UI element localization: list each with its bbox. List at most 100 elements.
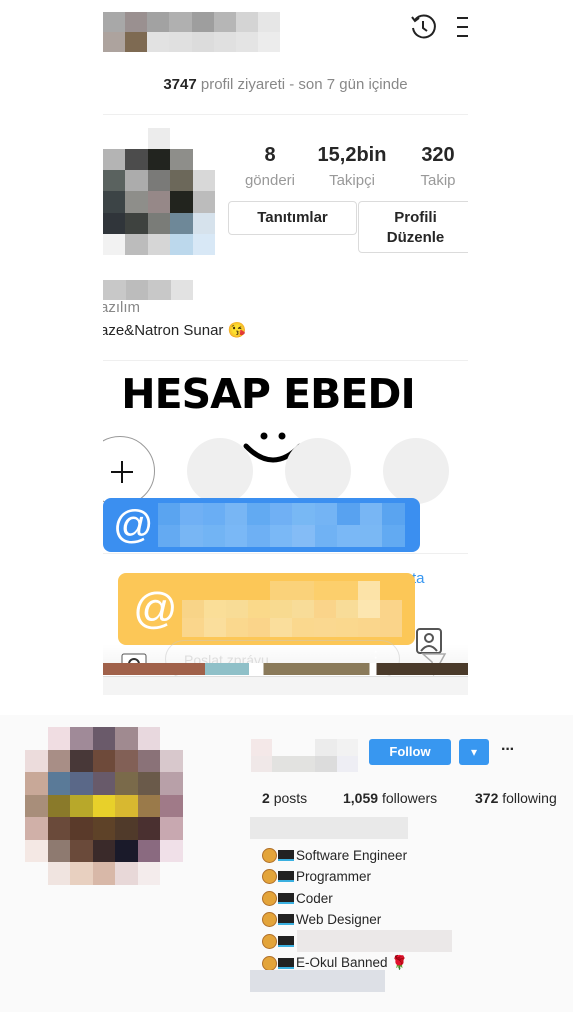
divider — [103, 114, 468, 115]
mosaic-tile — [292, 525, 315, 547]
mosaic-tile — [382, 525, 405, 547]
mosaic-tile — [315, 755, 337, 772]
mosaic-tile — [337, 503, 360, 525]
mosaic-tile — [157, 525, 181, 547]
mosaic-tile — [357, 618, 380, 637]
followers-stat[interactable]: 1,059 followers — [343, 790, 437, 806]
mosaic-tile — [147, 32, 170, 52]
mosaic-tile — [92, 794, 116, 818]
mosaic-tile — [125, 149, 148, 171]
mosaic-tile — [147, 170, 171, 192]
man-emoji-icon — [262, 890, 277, 906]
mosaic-tile — [92, 749, 116, 773]
suggested-dropdown-button[interactable]: ▾ — [459, 739, 489, 765]
mosaic-tile — [359, 525, 383, 547]
photo-grid-strip — [103, 663, 468, 675]
mosaic-tile — [202, 503, 225, 525]
mosaic-tile — [247, 618, 270, 637]
mosaic-tile — [147, 149, 171, 171]
mosaic-tile — [269, 599, 292, 619]
mosaic-tile — [314, 525, 338, 547]
name-blurred — [103, 280, 193, 300]
highlight-placeholder[interactable] — [187, 438, 253, 504]
fullname-blurred — [250, 817, 408, 839]
mosaic-tile — [125, 170, 148, 192]
mosaic-tile — [291, 618, 314, 637]
link-blurred[interactable] — [250, 970, 385, 992]
man-emoji-icon — [262, 912, 277, 928]
edit-profile-button[interactable]: Profili Düzenle — [358, 201, 468, 253]
mosaic-tile — [115, 817, 138, 840]
following-stat[interactable]: 372 following — [475, 790, 557, 806]
mosaic-tile — [170, 149, 193, 171]
follow-button[interactable]: Follow — [369, 739, 451, 765]
mosaic-tile — [115, 727, 138, 750]
mosaic-tile — [25, 727, 48, 750]
highlight-placeholder[interactable] — [383, 438, 449, 504]
promotions-button[interactable]: Tanıtımlar — [228, 201, 357, 235]
bio-line: Programmer — [262, 867, 371, 887]
mosaic-tile — [180, 525, 203, 547]
history-icon[interactable] — [408, 12, 438, 42]
mosaic-tile — [70, 727, 93, 750]
posts-label: gönderi — [244, 172, 296, 189]
mosaic-tile — [47, 772, 71, 795]
mosaic-tile — [192, 191, 215, 213]
mosaic-tile — [170, 170, 193, 192]
mosaic-tile — [225, 618, 248, 637]
laptop-emoji-icon — [278, 849, 294, 861]
mosaic-tile — [313, 581, 336, 600]
mosaic-tile — [160, 749, 183, 773]
mosaic-tile — [47, 727, 71, 750]
mosaic-tile — [224, 503, 248, 525]
following-count[interactable]: 320 — [393, 144, 468, 167]
posts-count: 2 — [262, 790, 270, 806]
mosaic-tile — [269, 503, 293, 525]
mosaic-tile — [148, 280, 171, 300]
mention-blurred — [157, 503, 405, 547]
mosaic-tile — [337, 525, 360, 547]
posts-count: 8 — [264, 144, 276, 166]
mosaic-tile — [247, 599, 270, 619]
mosaic-tile — [25, 839, 48, 863]
mosaic-tile — [336, 739, 358, 756]
highlight-placeholder[interactable] — [285, 438, 351, 504]
followers-count[interactable]: 15,2bin — [307, 144, 397, 167]
mosaic-tile — [336, 755, 358, 772]
overlay-title: HESAP EBEDI — [121, 370, 415, 418]
mosaic-tile — [47, 794, 71, 818]
mosaic-tile — [379, 581, 402, 600]
mosaic-tile — [137, 839, 161, 863]
mosaic-tile — [25, 862, 48, 885]
mosaic-tile — [47, 862, 71, 885]
mosaic-tile — [293, 739, 316, 756]
mosaic-tile — [160, 772, 183, 795]
mosaic-tile — [357, 581, 380, 600]
divider — [103, 360, 468, 361]
followers-label[interactable]: Takipçi — [307, 172, 397, 189]
mosaic-tile — [92, 862, 116, 885]
bio-line-text: Programmer — [296, 869, 372, 885]
visits-count: 3747 — [163, 76, 197, 93]
mosaic-tile — [203, 599, 226, 619]
at-symbol: @ — [133, 584, 178, 633]
mosaic-tile — [137, 749, 161, 773]
following-label[interactable]: Takip — [393, 172, 468, 189]
mosaic-tile — [125, 280, 148, 300]
mosaic-tile — [293, 755, 316, 772]
mosaic-tile — [181, 618, 204, 637]
more-options-icon[interactable]: ··· — [501, 741, 515, 759]
menu-icon[interactable] — [455, 14, 468, 40]
mosaic-tile — [272, 755, 294, 772]
mosaic-tile — [213, 12, 236, 32]
bio-line-text: Coder — [296, 890, 333, 906]
mosaic-tile — [103, 128, 126, 150]
mosaic-tile — [269, 525, 293, 547]
mosaic-tile — [251, 755, 273, 772]
mosaic-tile — [192, 149, 215, 171]
mosaic-tile — [47, 749, 71, 773]
mosaic-tile — [103, 32, 126, 52]
visits-text: profil ziyareti - son 7 gün içinde — [200, 76, 408, 93]
tab-divider — [103, 553, 468, 554]
mosaic-tile — [103, 149, 126, 171]
